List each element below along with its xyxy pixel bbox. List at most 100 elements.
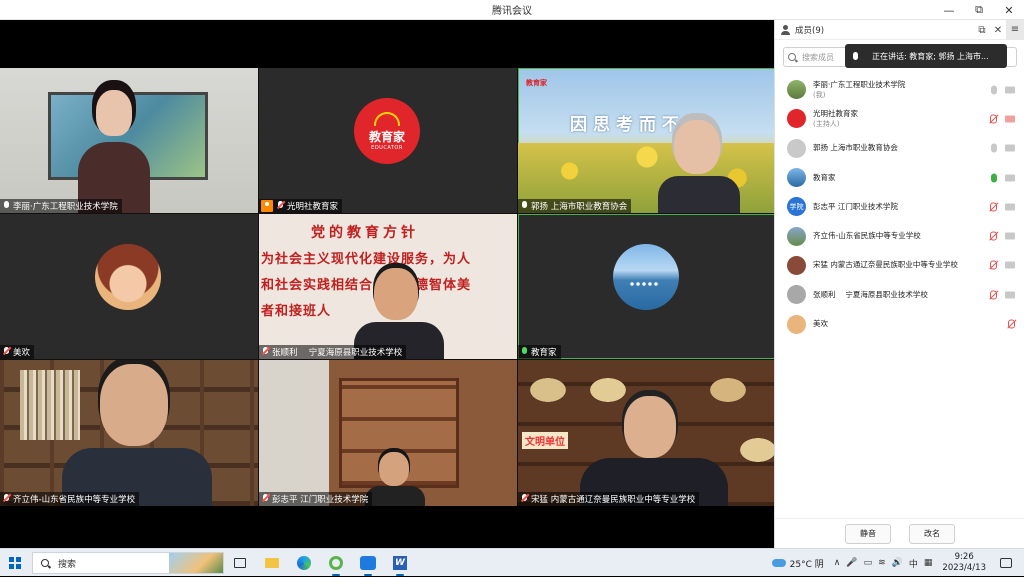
video-grid: 李丽·广东工程职业技术学院 教育家 EDUCATOR 光明社教育家 教育家 因思… bbox=[0, 68, 776, 506]
microphone-icon[interactable] bbox=[991, 143, 997, 153]
microphone-icon bbox=[520, 347, 529, 357]
network-icon[interactable]: ≋ bbox=[878, 558, 886, 568]
list-item[interactable]: 美欢 bbox=[775, 309, 1024, 338]
video-tile[interactable]: 党的教育方针 为社会主义现代化建设服务，为人 和社会实践相结合，培养德智体美 者… bbox=[259, 214, 517, 359]
panel-controls: ⧉ ✕ ≡ bbox=[974, 20, 1024, 40]
participant-video bbox=[580, 396, 728, 506]
microphone-muted-icon bbox=[2, 347, 11, 357]
close-button[interactable]: ✕ bbox=[994, 0, 1024, 20]
minimize-button[interactable]: — bbox=[934, 0, 964, 20]
camera-icon[interactable] bbox=[1005, 232, 1015, 240]
avatar bbox=[95, 244, 161, 310]
show-hidden-icons-chevron-icon[interactable]: ∧ bbox=[834, 558, 841, 568]
video-tile[interactable]: 文明单位 宋猛 内蒙古通辽奈曼民族职业中等专业学校 bbox=[518, 360, 776, 506]
video-tile[interactable]: 彭志平 江门职业技术学院 bbox=[259, 360, 517, 506]
meeting-app-icon bbox=[360, 556, 376, 570]
camera-icon[interactable] bbox=[1005, 174, 1015, 182]
participant-name-tag: 彭志平 江门职业技术学院 bbox=[259, 492, 373, 506]
camera-icon[interactable] bbox=[1005, 291, 1015, 299]
list-item[interactable]: 齐立伟-山东省民族中等专业学校 bbox=[775, 221, 1024, 250]
camera-off-icon[interactable] bbox=[1005, 115, 1015, 123]
sun-icon bbox=[374, 111, 400, 126]
taskbar: 搜索 W 25°C 阴 ∧ 🎤 ▭ ≋ 🔊 中 ▦ 9:26 2023/4/13 bbox=[0, 548, 1024, 576]
word-button[interactable]: W bbox=[390, 553, 410, 576]
list-item[interactable]: 教育家 bbox=[775, 163, 1024, 192]
keyboard-icon[interactable]: ▦ bbox=[924, 558, 933, 568]
list-item[interactable]: 宋猛 内蒙古通辽奈曼民族职业中等专业学校 bbox=[775, 251, 1024, 280]
participant-video bbox=[78, 90, 150, 213]
taskbar-search-box[interactable]: 搜索 bbox=[32, 552, 224, 574]
search-highlight-image bbox=[169, 553, 223, 573]
clock[interactable]: 9:26 2023/4/13 bbox=[942, 552, 986, 574]
member-name: 彭志平 江门职业技术学院 bbox=[813, 201, 898, 211]
browser-button[interactable] bbox=[326, 553, 346, 576]
video-tile[interactable]: 教育家 EDUCATOR 光明社教育家 bbox=[259, 68, 517, 213]
avatar: 学院 bbox=[787, 197, 806, 217]
participant-name-tag: 美欢 bbox=[0, 345, 35, 359]
microphone-icon bbox=[520, 201, 529, 211]
members-panel-header: 成员(9) ⧉ ✕ ≡ bbox=[775, 20, 1024, 40]
participant-video bbox=[365, 452, 425, 506]
volume-icon[interactable]: 🔊 bbox=[892, 558, 903, 568]
member-name: 张顺利 宁夏海原县职业技术学校 bbox=[813, 289, 928, 299]
task-view-icon bbox=[234, 558, 246, 568]
member-name: 齐立伟-山东省民族中等专业学校 bbox=[813, 231, 921, 241]
pinned-apps: W bbox=[230, 553, 410, 576]
member-name: 教育家 bbox=[813, 172, 836, 182]
list-item[interactable]: 郭扬 上海市职业教育协会 bbox=[775, 134, 1024, 163]
microphone-muted-icon[interactable] bbox=[1008, 319, 1015, 329]
microphone-muted-icon[interactable] bbox=[990, 231, 997, 241]
microphone-muted-icon bbox=[2, 494, 11, 504]
list-item[interactable]: 李丽·广东工程职业技术学院 (我) bbox=[775, 75, 1024, 104]
camera-icon[interactable] bbox=[1005, 86, 1015, 94]
microphone-active-icon[interactable] bbox=[991, 173, 997, 183]
video-tile[interactable]: 李丽·广东工程职业技术学院 bbox=[0, 68, 258, 213]
microphone-muted-icon[interactable] bbox=[990, 202, 997, 212]
rename-button[interactable]: 改名 bbox=[909, 523, 955, 544]
video-tile-speaking[interactable]: 教育家 因思考而不同 郭扬 上海市职业教育协会 bbox=[518, 68, 776, 213]
close-panel-icon[interactable]: ✕ bbox=[990, 25, 1006, 36]
list-item[interactable]: 光明社教育家 (主持人) bbox=[775, 104, 1024, 133]
microphone-icon[interactable] bbox=[991, 85, 997, 95]
input-method-icon[interactable]: 中 bbox=[909, 557, 918, 570]
video-tile-speaking[interactable]: 教育家 bbox=[518, 214, 776, 359]
title-bar: 腾讯会议 — ⧉ ✕ bbox=[0, 0, 1024, 20]
list-item[interactable]: 学院 彭志平 江门职业技术学院 bbox=[775, 192, 1024, 221]
camera-icon[interactable] bbox=[1005, 203, 1015, 211]
windows-start-icon[interactable] bbox=[9, 557, 21, 569]
window-controls: — ⧉ ✕ bbox=[934, 0, 1024, 20]
popout-icon[interactable]: ⧉ bbox=[974, 25, 990, 36]
wall-slogan-line: 党的教育方针 bbox=[311, 225, 419, 241]
participant-name: 郭扬 上海市职业教育协会 bbox=[531, 202, 628, 212]
camera-icon[interactable] bbox=[1005, 144, 1015, 152]
battery-icon[interactable]: ▭ bbox=[864, 558, 873, 568]
restore-button[interactable]: ⧉ bbox=[964, 0, 994, 20]
avatar bbox=[787, 226, 806, 246]
wall-background bbox=[259, 360, 329, 506]
weather-widget[interactable]: 25°C 阴 bbox=[771, 557, 824, 570]
edge-button[interactable] bbox=[294, 553, 314, 573]
participant-name: 教育家 bbox=[531, 348, 557, 358]
mute-all-button[interactable]: 静音 bbox=[845, 523, 891, 544]
participant-name-tag: 齐立伟-山东省民族中等专业学校 bbox=[0, 492, 140, 506]
video-tile[interactable]: 美欢 bbox=[0, 214, 258, 359]
banner-brand: 教育家 bbox=[526, 79, 547, 87]
microphone-muted-icon[interactable] bbox=[990, 114, 997, 124]
tray-icons: ∧ 🎤 ▭ ≋ 🔊 中 ▦ bbox=[834, 557, 933, 570]
microphone-muted-icon[interactable] bbox=[990, 260, 997, 270]
participant-name: 宋猛 内蒙古通辽奈曼民族职业中等专业学校 bbox=[531, 495, 696, 505]
task-view-button[interactable] bbox=[230, 553, 250, 573]
microphone-tray-icon[interactable]: 🎤 bbox=[846, 558, 857, 568]
wall-sign: 文明单位 bbox=[522, 432, 568, 449]
file-explorer-button[interactable] bbox=[262, 553, 282, 573]
notification-icon[interactable] bbox=[1000, 558, 1012, 568]
tencent-meeting-button[interactable] bbox=[358, 553, 378, 576]
participant-name: 彭志平 江门职业技术学院 bbox=[272, 495, 369, 505]
more-icon[interactable]: ≡ bbox=[1006, 20, 1024, 40]
camera-icon[interactable] bbox=[1005, 261, 1015, 269]
video-tile[interactable]: 齐立伟-山东省民族中等专业学校 bbox=[0, 360, 258, 506]
microphone-muted-icon[interactable] bbox=[990, 290, 997, 300]
list-item[interactable]: 张顺利 宁夏海原县职业技术学校 bbox=[775, 280, 1024, 309]
logo-title: 教育家 bbox=[368, 129, 405, 144]
participant-name-tag: 郭扬 上海市职业教育协会 bbox=[518, 199, 632, 213]
